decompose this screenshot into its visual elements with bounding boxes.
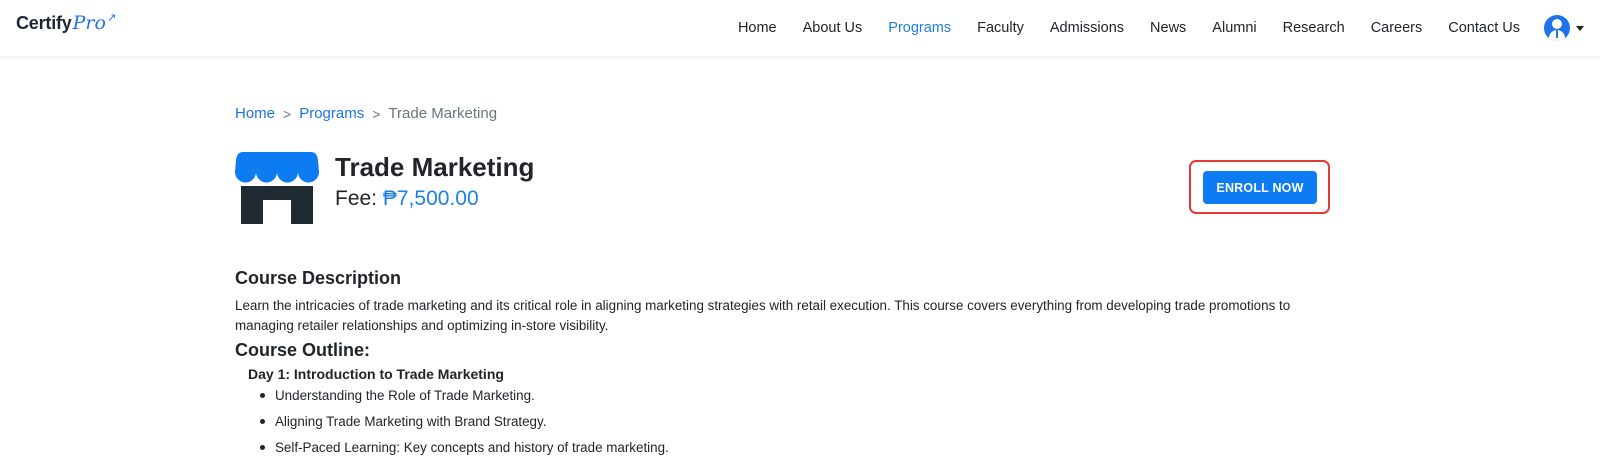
brand-name-part2: Pro [72, 12, 106, 34]
list-item: Aligning Trade Marketing with Brand Stra… [260, 413, 669, 439]
breadcrumb-programs[interactable]: Programs [299, 105, 364, 122]
nav-item-about-us[interactable]: About Us [803, 20, 863, 36]
course-description-heading: Course Description [235, 268, 402, 288]
navbar: Certify Pro ↗ Home About Us Programs Fac… [0, 0, 1600, 56]
nav-item-programs[interactable]: Programs [888, 20, 951, 36]
breadcrumb-current: Trade Marketing [388, 105, 498, 122]
nav-item-home[interactable]: Home [738, 20, 777, 36]
course-title: Trade Marketing [335, 152, 535, 182]
breadcrumb: Home > Programs > Trade Marketing [235, 105, 497, 122]
fee-label: Fee: [335, 187, 378, 210]
nav-item-research[interactable]: Research [1283, 20, 1345, 36]
caret-down-icon[interactable] [1576, 25, 1584, 31]
nav-item-contact-us[interactable]: Contact Us [1448, 20, 1520, 36]
list-item: Self-Paced Learning: Key concepts and hi… [260, 439, 669, 465]
enroll-now-button[interactable]: ENROLL NOW [1203, 171, 1317, 204]
topic-list: Understanding the Role of Trade Marketin… [260, 387, 669, 465]
fee-amount: ₱7,500.00 [382, 187, 479, 210]
user-avatar-icon[interactable] [1544, 15, 1570, 41]
nav-item-news[interactable]: News [1150, 20, 1186, 36]
course-fee: Fee: ₱7,500.00 [335, 187, 479, 211]
list-item: Understanding the Role of Trade Marketin… [260, 387, 669, 413]
day-title: Day 1: Introduction to Trade Marketing [248, 366, 504, 382]
swoosh-icon: ↗ [106, 12, 117, 24]
nav-item-careers[interactable]: Careers [1371, 20, 1423, 36]
nav-item-faculty[interactable]: Faculty [977, 20, 1024, 36]
course-outline-heading: Course Outline: [235, 340, 371, 360]
nav-item-admissions[interactable]: Admissions [1050, 20, 1124, 36]
brand-name-part1: Certify [16, 13, 72, 33]
main-nav: Home About Us Programs Faculty Admission… [712, 0, 1600, 56]
course-description-text: Learn the intricacies of trade marketing… [235, 298, 1291, 333]
breadcrumb-separator: > [283, 105, 292, 122]
store-icon [235, 152, 319, 224]
breadcrumb-separator: > [372, 105, 381, 122]
user-menu[interactable] [1544, 15, 1584, 41]
nav-item-alumni[interactable]: Alumni [1212, 20, 1256, 36]
brand-logo[interactable]: Certify Pro ↗ [16, 12, 116, 34]
breadcrumb-home[interactable]: Home [235, 105, 275, 122]
